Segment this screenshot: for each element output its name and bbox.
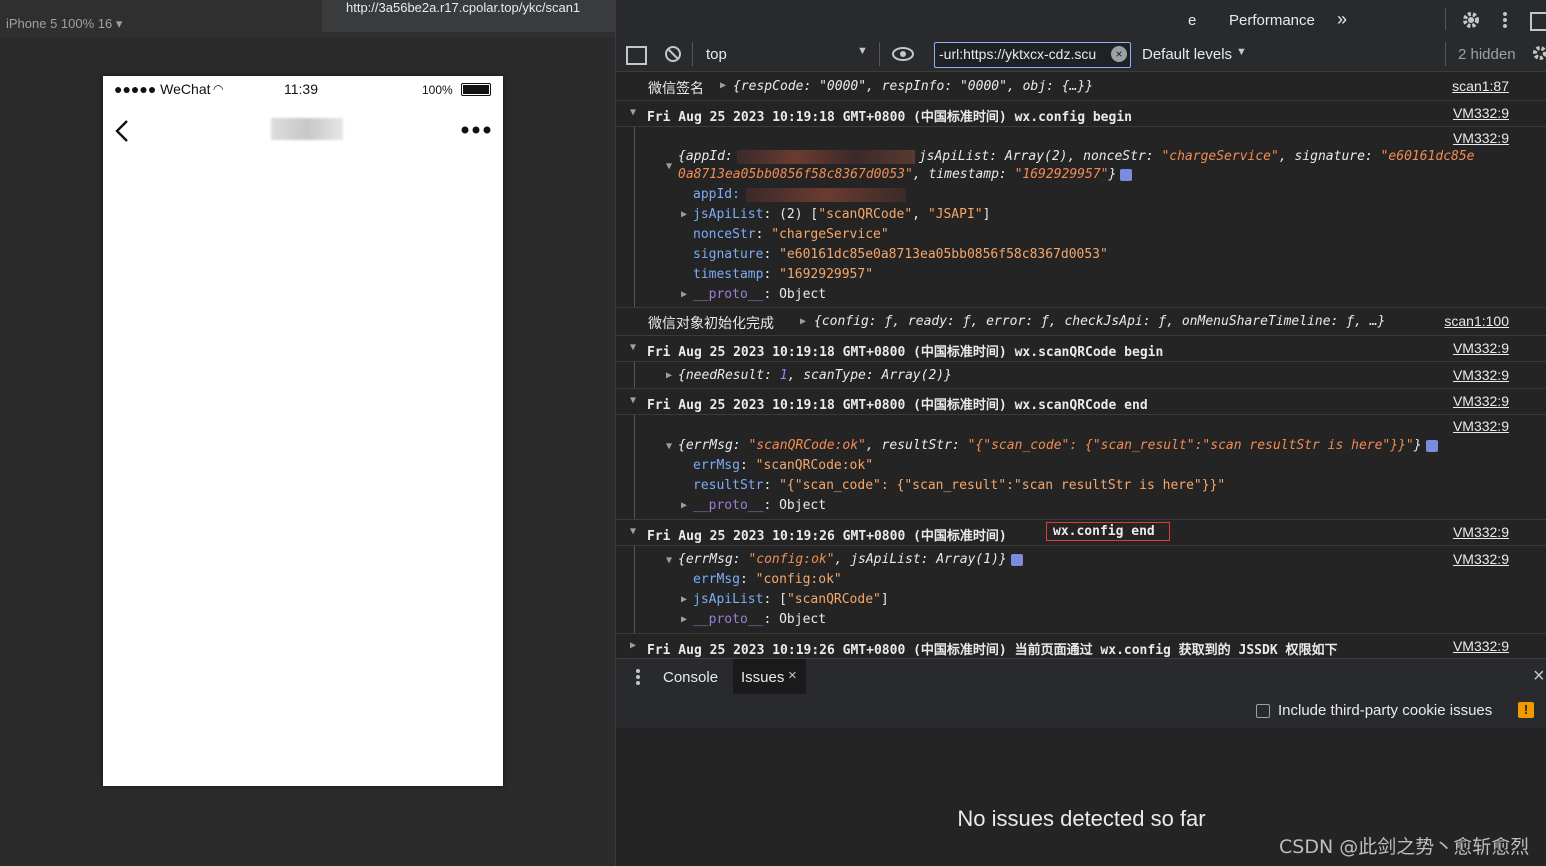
console-group-header[interactable]: ▼ Fri Aug 25 2023 10:19:18 GMT+0800 (中国标… (616, 101, 1546, 127)
divider (1445, 8, 1446, 30)
filter-value: -url:https://yktxcx-cdz.scu (939, 46, 1097, 62)
source-link[interactable]: VM332:9 (1453, 105, 1509, 121)
clear-console-icon[interactable] (664, 45, 682, 63)
sidebar-toggle-icon[interactable] (626, 46, 647, 65)
info-badge-icon (1120, 168, 1133, 181)
eye-icon[interactable] (892, 47, 914, 61)
expand-arrow-icon[interactable]: ▶ (800, 316, 806, 327)
source-link[interactable]: scan1:100 (1444, 313, 1509, 329)
highlighted-text: wx.config end (1046, 522, 1170, 541)
source-link[interactable]: VM332:9 (1448, 638, 1509, 654)
source-link[interactable]: VM332:9 (1453, 551, 1509, 567)
source-link[interactable]: VM332:9 (1453, 524, 1509, 540)
dock-icon[interactable] (1530, 12, 1546, 31)
console-group-header[interactable]: ▼ Fri Aug 25 2023 10:19:18 GMT+0800 (中国标… (616, 336, 1546, 362)
warning-icon[interactable]: ! (1518, 702, 1534, 718)
more-dots-icon[interactable] (460, 125, 492, 135)
log-levels-select[interactable]: Default levels (1142, 46, 1232, 63)
status-time: 11:39 (284, 81, 318, 97)
more-tabs-button[interactable]: » (1337, 9, 1347, 30)
tab-partial[interactable]: e (1188, 12, 1196, 29)
redacted-appid (745, 187, 906, 202)
source-link[interactable]: scan1:87 (1452, 78, 1509, 94)
console-message: 微信签名 ▶ {respCode: "0000", respInfo: "000… (616, 72, 1546, 101)
dropdown-arrow-icon: ▼ (857, 45, 868, 57)
device-selector[interactable]: iPhone 5 100% 16 ▾ (6, 16, 122, 32)
info-badge-icon (1425, 439, 1438, 452)
dropdown-arrow-icon: ▼ (1236, 46, 1247, 58)
battery-label: 100% (422, 83, 453, 97)
drawer-tab-bar: Console Issues × × (616, 658, 1546, 696)
redacted-appid (736, 149, 915, 164)
source-link[interactable]: VM332:9 (1453, 393, 1509, 409)
empty-issues-message: No issues detected so far (957, 806, 1206, 831)
gear-icon[interactable] (1461, 10, 1481, 30)
drawer-menu-icon[interactable] (635, 668, 641, 686)
phone-screen: ●●●●● WeChat ◠ 11:39 100% (103, 76, 503, 786)
expand-arrow-icon[interactable]: ▶ (681, 289, 687, 300)
battery-icon (461, 83, 491, 96)
console-group-header[interactable]: ▶ Fri Aug 25 2023 10:19:26 GMT+0800 (中国标… (616, 634, 1546, 658)
console-message: 微信对象初始化完成 ▶ {config: ƒ, ready: ƒ, error:… (616, 308, 1546, 336)
device-emulator-panel: iPhone 5 100% 16 ▾ http://3a56be2a.r17.c… (0, 0, 1195, 866)
info-badge-icon (1010, 553, 1023, 566)
divider (879, 42, 880, 66)
divider (692, 42, 693, 66)
source-link[interactable]: VM332:9 (1453, 130, 1509, 146)
third-party-checkbox[interactable] (1256, 704, 1270, 718)
console-object-expanded: VM332:9 ▼ {appId: jsApiList: Array(2), no… (616, 127, 1546, 308)
console-output: 微信签名 ▶ {respCode: "0000", respInfo: "000… (616, 72, 1546, 658)
collapse-arrow-icon[interactable]: ▼ (630, 107, 636, 118)
wifi-icon: ◠ (213, 82, 224, 96)
kebab-menu-icon[interactable] (1502, 11, 1508, 29)
source-link[interactable]: VM332:9 (1453, 340, 1509, 356)
devtools-tab-bar: e Performance » (616, 0, 1546, 39)
issues-toolbar: Include third-party cookie issues ! (616, 694, 1546, 729)
expand-arrow-icon[interactable]: ▶ (630, 640, 636, 651)
collapse-arrow-icon[interactable]: ▼ (630, 342, 636, 353)
console-group-header[interactable]: ▼ Fri Aug 25 2023 10:19:26 GMT+0800 (中国标… (616, 520, 1546, 546)
console-object-expanded: ▼ {errMsg: "config:ok", jsApiList: Array… (616, 546, 1546, 634)
collapse-arrow-icon[interactable]: ▼ (630, 395, 636, 406)
expand-arrow-icon[interactable]: ▶ (681, 500, 687, 511)
expand-arrow-icon[interactable]: ▶ (681, 594, 687, 605)
carrier-label: ●●●●● WeChat (114, 81, 211, 97)
clear-filter-icon[interactable]: × (1111, 46, 1127, 62)
collapse-arrow-icon[interactable]: ▼ (630, 526, 636, 537)
source-link[interactable]: VM332:9 (1453, 418, 1509, 434)
collapse-arrow-icon[interactable]: ▼ (666, 441, 672, 452)
tab-console[interactable]: Console (663, 669, 718, 686)
tab-performance[interactable]: Performance (1229, 12, 1315, 29)
hidden-count: 2 hidden (1458, 46, 1516, 63)
divider (1445, 42, 1446, 66)
collapse-arrow-icon[interactable]: ▼ (666, 555, 672, 566)
page-url: http://3a56be2a.r17.cpolar.top/ykc/scan1 (346, 0, 581, 15)
expand-arrow-icon[interactable]: ▶ (681, 614, 687, 625)
console-group-header[interactable]: ▼ Fri Aug 25 2023 10:19:18 GMT+0800 (中国标… (616, 389, 1546, 415)
expand-arrow-icon[interactable]: ▶ (720, 80, 726, 91)
console-object-collapsed: ▶ {needResult: 1, scanType: Array(2)} VM… (616, 362, 1546, 389)
chevron-left-icon[interactable] (115, 119, 129, 143)
expand-arrow-icon[interactable]: ▶ (666, 370, 672, 381)
console-object-expanded: VM332:9 ▼ {errMsg: "scanQRCode:ok", resu… (616, 415, 1546, 520)
collapse-arrow-icon[interactable]: ▼ (666, 161, 672, 172)
third-party-label: Include third-party cookie issues (1278, 702, 1493, 719)
console-settings-icon[interactable] (1531, 44, 1546, 62)
source-link[interactable]: VM332:9 (1453, 367, 1509, 383)
tab-issues[interactable]: Issues × (733, 659, 806, 695)
blurred-title (271, 118, 343, 140)
close-tab-icon[interactable]: × (788, 667, 797, 684)
expand-arrow-icon[interactable]: ▶ (681, 209, 687, 220)
close-drawer-icon[interactable]: × (1533, 665, 1545, 688)
devtools-panel: e Performance » top ▼ -url:https://yktxc… (615, 0, 1546, 866)
context-select[interactable]: top (706, 46, 727, 63)
watermark: CSDN @此剑之势丶愈斩愈烈 (1279, 836, 1530, 858)
filter-input[interactable]: -url:https://yktxcx-cdz.scu × (934, 42, 1131, 68)
